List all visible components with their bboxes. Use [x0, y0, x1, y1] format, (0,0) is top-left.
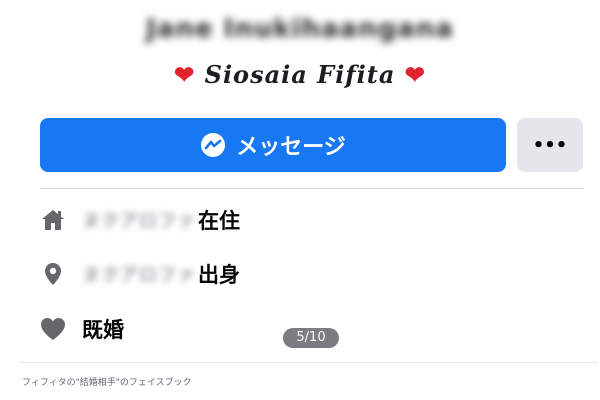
heart-icon — [38, 314, 68, 344]
relationship-label: 既婚 — [82, 318, 124, 342]
profile-page: Jane Inukihaangana ❤ Siosaia Fifita ❤ メッ… — [0, 0, 600, 400]
location-pin-icon — [38, 259, 68, 289]
residence-value: ヌクアロファ — [82, 211, 196, 232]
heart-emoji-right: ❤ — [404, 60, 426, 89]
divider — [20, 362, 598, 363]
divider — [40, 188, 583, 189]
image-caption: フィフィタの"結婚相手"のフェイスブック — [22, 378, 192, 388]
subtitle-text: Siosaia Fifita — [204, 60, 396, 89]
info-row-relationship: 既婚 — [38, 313, 124, 345]
heart-emoji-left: ❤ — [174, 60, 196, 89]
message-button[interactable]: メッセージ — [40, 118, 506, 172]
hometown-value: ヌクアロファ — [82, 265, 196, 286]
residence-label: 在住 — [198, 209, 240, 233]
hometown-label: 出身 — [198, 263, 240, 287]
info-row-hometown: ヌクアロファ 出身 — [38, 258, 240, 290]
messenger-icon — [200, 132, 226, 158]
info-row-residence: ヌクアロファ 在住 — [38, 204, 240, 236]
profile-subtitle: ❤ Siosaia Fifita ❤ — [0, 60, 600, 89]
home-icon — [38, 205, 68, 235]
slide-counter-badge: 5/10 — [283, 328, 339, 348]
profile-name: Jane Inukihaangana — [146, 14, 454, 44]
message-button-label: メッセージ — [236, 135, 346, 160]
more-options-button[interactable]: ••• — [517, 118, 583, 172]
